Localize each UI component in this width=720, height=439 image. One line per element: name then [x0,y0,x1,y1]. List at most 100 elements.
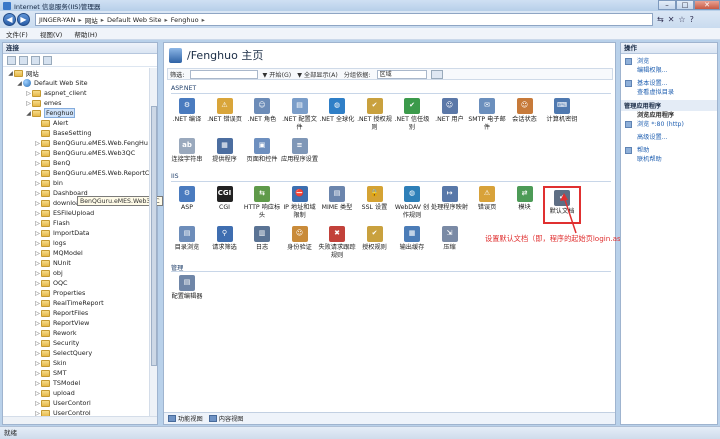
tree-node[interactable]: BaseSetting [34,128,91,138]
minimize-button[interactable]: – [658,0,676,10]
tree-node[interactable]: ▷ logs [34,238,66,248]
feature-iis-14[interactable]: ☺ 身份验证 [281,226,319,252]
tree-node[interactable]: ▷ SelectQuery [34,348,92,358]
tree-node[interactable]: ▷ BenQGuru.eMES.Web3QC [34,148,135,158]
tree-expander-icon[interactable]: ▷ [34,180,41,187]
feature-iis-16[interactable]: ✔ 授权规则 [356,226,394,252]
tree-node[interactable]: ▷ ReportFiles [34,308,88,318]
tree-node[interactable]: ▷ bin [34,178,63,188]
tree-node[interactable]: ▷ Flash [34,218,70,228]
breadcrumb-item-default-site[interactable]: Default Web Site [107,16,162,24]
save-icon[interactable] [19,55,28,65]
tab-content-view[interactable]: 内容视图 [208,414,244,423]
feature-aspnet-14[interactable]: ≡ 应用程序设置 [281,138,319,164]
feature-aspnet-3[interactable]: ▤ .NET 配置文件 [281,98,319,131]
feature-iis-18[interactable]: ⇲ 压缩 [431,226,469,252]
feature-aspnet-11[interactable]: ab 连接字符串 [168,138,206,164]
tree-expander-icon[interactable]: ▷ [25,100,32,107]
tree-node[interactable]: ▷ emes [25,98,61,108]
action-online-help[interactable]: 联机帮助 [621,155,717,164]
disconnect-icon[interactable] [43,55,52,65]
tree-node[interactable]: ▷ ReportView [34,318,89,328]
tree-expander-icon[interactable]: ▷ [34,210,41,217]
feature-iis-7[interactable]: ↦ 处理程序映射 [431,186,469,212]
tree-node[interactable]: ▷ ESFileUpload [34,208,94,218]
tree-expander-icon[interactable]: ▷ [25,90,32,97]
feature-iis-2[interactable]: ⇆ HTTP 响应标头 [243,186,281,219]
group-by-select[interactable]: 区域 [376,69,427,79]
breadcrumb-item-fenghuo[interactable]: Fenghuo [171,16,199,24]
feature-iis-9[interactable]: ⇄ 模块 [506,186,544,212]
tree-expander-icon[interactable]: ▷ [34,230,41,237]
tree-expander-icon[interactable]: ▷ [34,350,41,357]
tree-node[interactable]: ▷ Properties [34,288,85,298]
tree-node[interactable]: ▷ Rework [34,328,76,338]
feature-iis-15[interactable]: ✖ 失败请求跟踪规则 [318,226,356,259]
feature-aspnet-9[interactable]: ☺ 会话状态 [506,98,544,124]
action-basic-settings[interactable]: 基本设置... [621,79,717,88]
breadcrumb-item-sites[interactable]: 网站 [85,15,98,25]
tree-expander-icon[interactable]: ▷ [34,220,41,227]
tree-node[interactable]: ▷ aspnet_client [25,88,86,98]
menu-help[interactable]: 帮助(H) [74,29,97,39]
tree-node[interactable]: ◢ Fenghuo [25,108,76,118]
tree-expander-icon[interactable]: ▷ [34,380,41,387]
stop-icon[interactable]: ✕ [668,15,675,24]
feature-iis-3[interactable]: ⛔ IP 地址和域限制 [281,186,319,219]
action-view-virtual-dirs[interactable]: 查看虚拟目录 [621,88,717,97]
tree-node[interactable]: ▷ MQModel [34,248,83,258]
view-mode-icon[interactable] [430,69,443,79]
tree-node[interactable]: ▷ BenQGuru.eMES.Web.ReportCenter [34,168,149,178]
tree-expander-icon[interactable]: ▷ [34,240,41,247]
tree-node[interactable]: ▷ OQC [34,278,67,288]
tree-node[interactable]: ◢ Default Web Site [16,78,88,88]
tree-node[interactable]: ▷ NUnit [34,258,71,268]
tree-expander-icon[interactable]: ▷ [34,170,41,177]
tree-expander-icon[interactable]: ▷ [34,400,41,407]
tree-vertical-scrollbar[interactable] [149,68,157,424]
feature-iis-8[interactable]: ⚠ 错误页 [468,186,506,212]
show-all-button[interactable]: ▼ 全部显示(A) [297,70,338,79]
action-explore[interactable]: 浏览 [621,57,717,66]
tree-expander-icon[interactable]: ▷ [34,290,41,297]
tree-expander-icon[interactable]: ▷ [34,300,41,307]
menu-file[interactable]: 文件(F) [6,29,28,39]
tree-expander-icon[interactable]: ▷ [34,360,41,367]
feature-aspnet-6[interactable]: ✔ .NET 信任级别 [393,98,431,131]
tree-node[interactable]: ▷ SMT [34,368,66,378]
refresh-icon[interactable]: ⇆ [657,15,664,24]
feature-iis-5[interactable]: 🔒 SSL 设置 [356,186,394,212]
tree-expander-icon[interactable]: ◢ [7,70,14,77]
feature-iis-4[interactable]: ▤ MIME 类型 [318,186,356,212]
feature-aspnet-2[interactable]: ☺ .NET 角色 [243,98,281,124]
feature-iis-6[interactable]: ◍ WebDAV 创作规则 [393,186,431,219]
feature-iis-1[interactable]: CGI CGI [206,186,244,212]
feature-iis-17[interactable]: ▦ 输出缓存 [393,226,431,252]
feature-aspnet-4[interactable]: ◍ .NET 全球化 [318,98,356,124]
start-filter-button[interactable]: ▼ 开始(G) [262,70,291,79]
feature-aspnet-10[interactable]: ⌨ 计算机密钥 [543,98,581,124]
breadcrumb-item-server[interactable]: JINGER-YAN [39,16,75,24]
tree-node[interactable]: ▷ BenQGuru.eMES.Web.FengHu [34,138,148,148]
favorites-icon[interactable]: ☆ [678,15,685,24]
tree-expander-icon[interactable]: ▷ [34,280,41,287]
feature-iis-12[interactable]: ⚲ 请求筛选 [206,226,244,252]
tree-node[interactable]: Alert [34,118,68,128]
feature-aspnet-8[interactable]: ✉ SMTP 电子邮件 [468,98,506,131]
action-advanced-settings[interactable]: 高级设置... [621,133,717,142]
feature-aspnet-1[interactable]: ⚠ .NET 错误页 [206,98,244,124]
up-icon[interactable] [31,55,40,65]
tree-node[interactable]: ▷ UserContorl [34,398,91,408]
action-edit-permissions[interactable]: 编辑权限... [621,66,717,75]
tree-expander-icon[interactable]: ▷ [34,370,41,377]
tree-node[interactable]: ▷ Security [34,338,79,348]
close-button[interactable]: ✕ [694,0,720,10]
breadcrumb[interactable]: JINGER-YAN ▸ 网站 ▸ Default Web Site ▸ Fen… [35,13,653,26]
tree-expander-icon[interactable]: ▷ [34,150,41,157]
feature-iis-0[interactable]: ⚙ ASP [168,186,206,212]
tree-node[interactable]: ▷ obj [34,268,63,278]
maximize-button[interactable]: □ [676,0,694,10]
tree-expander-icon[interactable]: ▷ [34,190,41,197]
scrollbar-thumb[interactable] [151,106,157,366]
filter-input[interactable] [190,69,259,79]
